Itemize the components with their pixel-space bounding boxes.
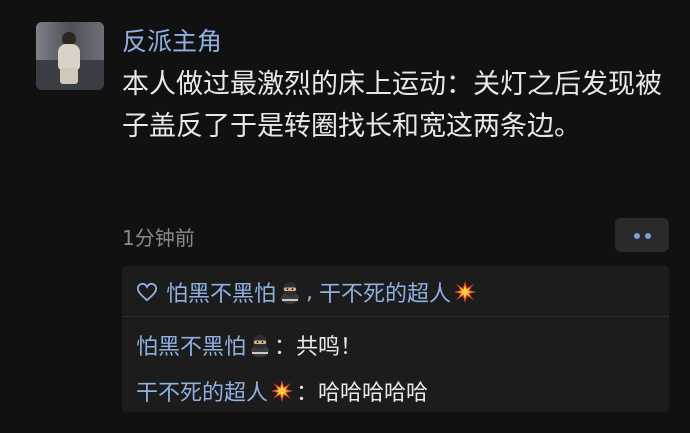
comment-page: 反派主角 本人做过最激烈的床上运动：关灯之后发现被子盖反了于是转圈找长和宽这两条… [0,0,690,433]
reply-separator: ： [296,381,319,406]
more-options-button[interactable] [615,218,669,252]
reply-section: 怕黑不黑怕 , 干不死的超人 怕黑不黑怕 ： 共鸣！ 干不死的超人 ： 哈哈哈哈… [122,266,669,412]
reply-item[interactable]: 怕黑不黑怕 ： 共鸣！ [136,328,362,362]
reply-text: 共鸣！ [296,335,363,360]
reply-user-name[interactable]: 干不死的超人 [136,375,268,407]
heart-outline-icon[interactable] [136,282,158,302]
likes-row: 怕黑不黑怕 , 干不死的超人 [136,276,479,308]
reply-text: 哈哈哈哈哈 [318,381,429,406]
divider [122,316,669,317]
collision-emoji [454,281,477,303]
like-user-name[interactable]: 怕黑不黑怕 [166,276,276,308]
collision-emoji [271,380,294,402]
reply-user-name[interactable]: 怕黑不黑怕 [136,329,246,361]
ninja-emoji [251,335,270,357]
comment-text: 本人做过最激烈的床上运动：关灯之后发现被子盖反了于是转圈找长和宽这两条边。 [122,69,662,142]
ninja-emoji [281,282,300,304]
like-user-name[interactable]: 干不死的超人 [319,276,451,308]
comment-timestamp: 1分钟前 [122,226,195,250]
reply-item[interactable]: 干不死的超人 ： 哈哈哈哈哈 [136,374,428,408]
avatar-person-body [58,44,80,70]
comment-author-name[interactable]: 反派主角 [122,22,222,58]
avatar[interactable] [36,22,104,90]
more-dots-icon [645,233,651,239]
like-separator: , [306,279,314,305]
avatar-person-legs [60,68,78,84]
more-dots-icon [634,233,640,239]
reply-separator: ： [274,335,297,360]
